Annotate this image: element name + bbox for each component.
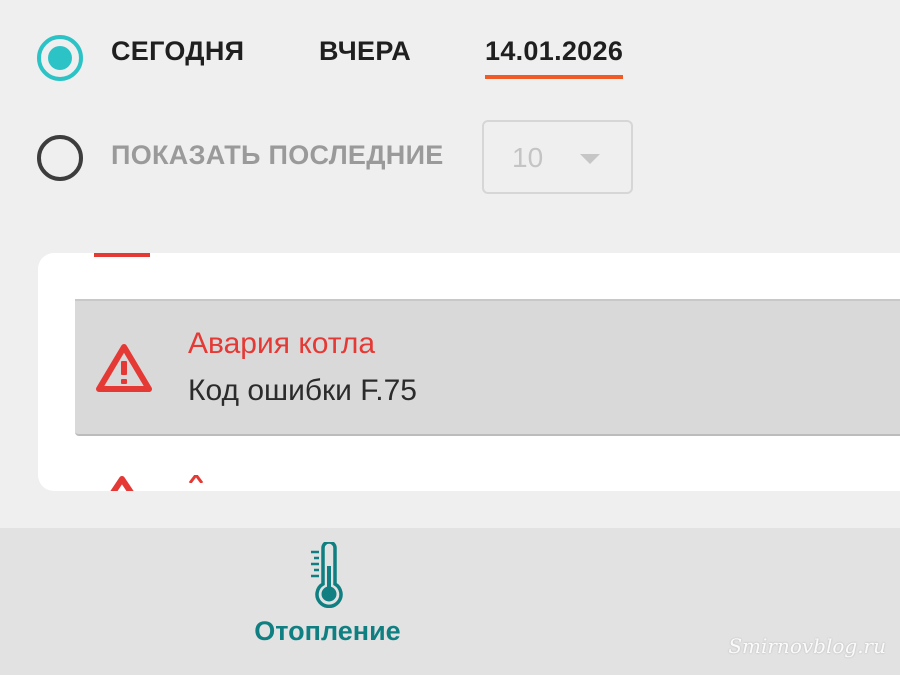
option-show-last[interactable]: ПОКАЗАТЬ ПОСЛЕДНИЕ: [111, 140, 444, 171]
alert-subtitle: Код ошибки F.75: [188, 374, 417, 407]
option-date[interactable]: 14.01.2026: [485, 36, 624, 79]
option-yesterday[interactable]: ВЧЕРА: [319, 36, 411, 67]
alert-title: Авария котла: [188, 327, 376, 360]
show-last-select[interactable]: 10: [482, 120, 633, 194]
show-last-value: 10: [512, 142, 544, 173]
thermometer-icon: [311, 542, 343, 608]
nav-item-heating[interactable]: Отопление: [240, 528, 415, 675]
option-today[interactable]: СЕГОДНЯ: [111, 36, 244, 67]
warning-triangle-icon: [110, 476, 134, 491]
warning-triangle-icon: [96, 344, 152, 392]
chevron-down-icon: [580, 154, 600, 164]
radio-date-mode[interactable]: [37, 35, 83, 81]
radio-show-last[interactable]: [37, 135, 83, 181]
events-list[interactable]: Авария котла Код ошибки F.75: [38, 253, 900, 491]
previous-item-indicator: [94, 253, 150, 257]
list-item[interactable]: Авария котла Код ошибки F.75: [75, 301, 900, 436]
nav-label-heating: Отопление: [254, 616, 401, 646]
watermark: Smirnovblog.ru: [728, 634, 886, 658]
next-item-title-partial: [188, 475, 204, 483]
